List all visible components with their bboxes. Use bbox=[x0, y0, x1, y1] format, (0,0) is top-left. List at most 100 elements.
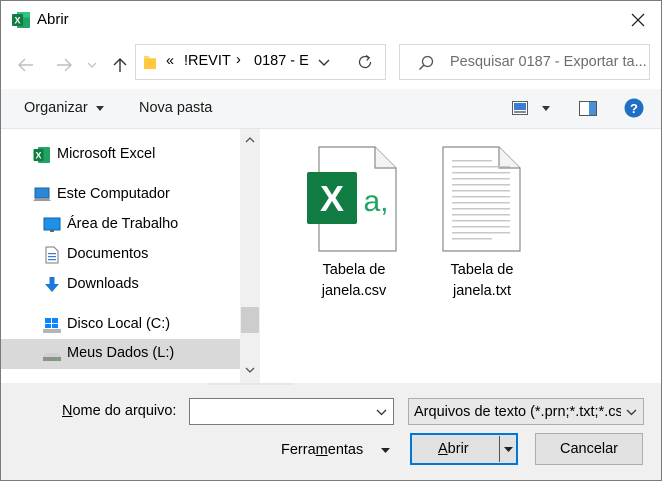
sidebar-item-label: Documentos bbox=[67, 246, 149, 262]
excel-icon: X bbox=[12, 12, 30, 28]
help-icon: ? bbox=[624, 98, 644, 118]
new-folder-button[interactable]: Nova pasta bbox=[139, 100, 212, 116]
open-dialog: X Abrir « !REVIT › 0187 - E Pesquisar 01… bbox=[0, 0, 662, 481]
open-button-label: Abrir bbox=[438, 441, 469, 457]
tools-button[interactable]: Ferramentas bbox=[281, 442, 391, 458]
filetype-value: Arquivos de texto (*.prn;*.txt;*.csv) bbox=[414, 404, 635, 420]
file-item-csv[interactable]: X a, Tabela de janela.csv bbox=[299, 146, 409, 306]
filename-combobox[interactable] bbox=[189, 398, 394, 425]
navigation-pane: X Microsoft Excel Este Computador Área d… bbox=[1, 129, 260, 383]
filetype-select[interactable]: Arquivos de texto (*.prn;*.txt;*.csv) bbox=[408, 398, 644, 425]
csv-glyph: a, bbox=[363, 185, 388, 218]
chevron-down-icon[interactable] bbox=[318, 59, 330, 67]
back-button[interactable] bbox=[14, 53, 38, 77]
sidebar-item-label: Este Computador bbox=[57, 186, 170, 202]
arrow-right-icon bbox=[57, 58, 72, 72]
file-name-line1: Tabela de bbox=[322, 262, 386, 278]
open-button[interactable]: Abrir bbox=[410, 433, 518, 465]
svg-text:?: ? bbox=[630, 101, 638, 116]
windows-drive-icon bbox=[43, 318, 61, 333]
search-icon bbox=[418, 55, 434, 71]
folder-icon bbox=[144, 56, 156, 69]
sidebar-item-label: Disco Local (C:) bbox=[67, 316, 171, 332]
file-name: Tabela de janela.txt bbox=[427, 260, 537, 302]
chevron-down-icon[interactable] bbox=[245, 367, 255, 373]
sidebar-item-microsoft-excel[interactable]: X Microsoft Excel bbox=[1, 140, 240, 170]
desktop-icon bbox=[43, 217, 61, 232]
sidebar-item-label: Meus Dados (L:) bbox=[67, 345, 175, 361]
scrollbar-thumb[interactable] bbox=[241, 307, 259, 333]
download-icon bbox=[45, 277, 59, 292]
refresh-icon bbox=[358, 54, 371, 69]
sidebar-item-documents[interactable]: Documentos bbox=[1, 240, 240, 270]
sidebar-item-downloads[interactable]: Downloads bbox=[1, 270, 240, 300]
chevron-down-icon bbox=[626, 409, 637, 416]
preview-pane-button[interactable] bbox=[579, 101, 597, 120]
tools-label-start: Ferra bbox=[281, 442, 316, 458]
caret-down-icon bbox=[95, 105, 104, 111]
sidebar-item-label: Microsoft Excel bbox=[57, 146, 156, 162]
file-name: Tabela de janela.csv bbox=[299, 260, 409, 302]
svg-text:X: X bbox=[35, 151, 41, 161]
breadcrumb-separator[interactable]: › bbox=[236, 52, 241, 68]
new-folder-label: Nova pasta bbox=[139, 100, 213, 116]
filename-label: Nome do arquivo: bbox=[62, 403, 176, 419]
documents-icon bbox=[45, 246, 59, 264]
breadcrumb-item-revit[interactable]: !REVIT bbox=[184, 53, 231, 69]
content-horizontal-scrollbar[interactable] bbox=[208, 383, 294, 385]
view-options-button[interactable] bbox=[512, 101, 551, 119]
computer-icon bbox=[33, 187, 51, 201]
caret-down-icon bbox=[381, 447, 391, 453]
sidebar-item-my-data-l[interactable]: Meus Dados (L:) bbox=[1, 339, 240, 369]
chevron-down-icon[interactable] bbox=[376, 409, 387, 416]
dialog-title: Abrir bbox=[37, 11, 69, 28]
filename-label-text: ome do arquivo: bbox=[72, 403, 177, 419]
search-placeholder: Pesquisar 0187 - Exportar ta... bbox=[450, 54, 647, 70]
cancel-button[interactable]: Cancelar bbox=[535, 433, 643, 465]
caret-down-icon[interactable] bbox=[504, 447, 513, 452]
chevron-down-icon bbox=[87, 62, 97, 68]
svg-text:X: X bbox=[14, 16, 20, 26]
excel-icon: X bbox=[33, 147, 50, 163]
arrow-left-icon bbox=[18, 58, 33, 72]
file-item-txt[interactable]: Tabela de janela.txt bbox=[427, 146, 537, 306]
sidebar-item-desktop[interactable]: Área de Trabalho bbox=[1, 210, 240, 240]
organize-label: Organizar bbox=[24, 100, 88, 116]
excel-glyph: X bbox=[320, 178, 344, 219]
text-file-icon bbox=[442, 146, 521, 252]
help-button[interactable]: ? bbox=[624, 98, 644, 122]
up-button[interactable] bbox=[108, 53, 132, 77]
tools-label-accesskey: m bbox=[315, 442, 328, 458]
sidebar-item-label: Área de Trabalho bbox=[67, 216, 179, 232]
file-name-line2: janela.txt bbox=[452, 283, 512, 299]
file-name-line1: Tabela de bbox=[450, 262, 514, 278]
address-bar[interactable]: « !REVIT › 0187 - E bbox=[135, 44, 345, 80]
excel-csv-file-icon: X a, bbox=[307, 146, 397, 252]
arrow-up-icon bbox=[113, 58, 127, 72]
breadcrumb-overflow[interactable]: « bbox=[166, 53, 174, 69]
chevron-up-icon[interactable] bbox=[245, 137, 255, 143]
refresh-button[interactable] bbox=[344, 44, 386, 80]
close-button[interactable] bbox=[615, 1, 661, 39]
filename-input[interactable] bbox=[190, 399, 370, 424]
tools-label-end: entas bbox=[327, 442, 364, 458]
close-icon bbox=[631, 13, 645, 27]
cancel-button-label: Cancelar bbox=[559, 441, 619, 457]
organize-button[interactable]: Organizar bbox=[24, 100, 104, 116]
search-box[interactable]: Pesquisar 0187 - Exportar ta... bbox=[399, 44, 650, 80]
sidebar-item-local-disk-c[interactable]: Disco Local (C:) bbox=[1, 310, 240, 340]
open-accesskey: A bbox=[438, 441, 448, 457]
forward-button[interactable] bbox=[52, 53, 76, 77]
open-label-text: brir bbox=[447, 441, 469, 457]
breadcrumb-item-0187[interactable]: 0187 - E bbox=[254, 53, 310, 69]
navigation-scrollbar[interactable] bbox=[240, 129, 260, 383]
recent-locations-button[interactable] bbox=[84, 53, 100, 77]
navigation-bar: « !REVIT › 0187 - E Pesquisar 0187 - Exp… bbox=[1, 39, 661, 89]
file-list: X a, Tabela de janela.csv Tabela de jane… bbox=[260, 129, 661, 383]
sidebar-item-this-pc[interactable]: Este Computador bbox=[1, 180, 240, 210]
caret-down-icon bbox=[542, 106, 551, 111]
filename-label-accesskey: N bbox=[62, 403, 73, 419]
command-bar: Organizar Nova pasta ? bbox=[1, 89, 661, 129]
drive-icon bbox=[43, 353, 61, 361]
sidebar-item-label: Downloads bbox=[67, 276, 139, 292]
